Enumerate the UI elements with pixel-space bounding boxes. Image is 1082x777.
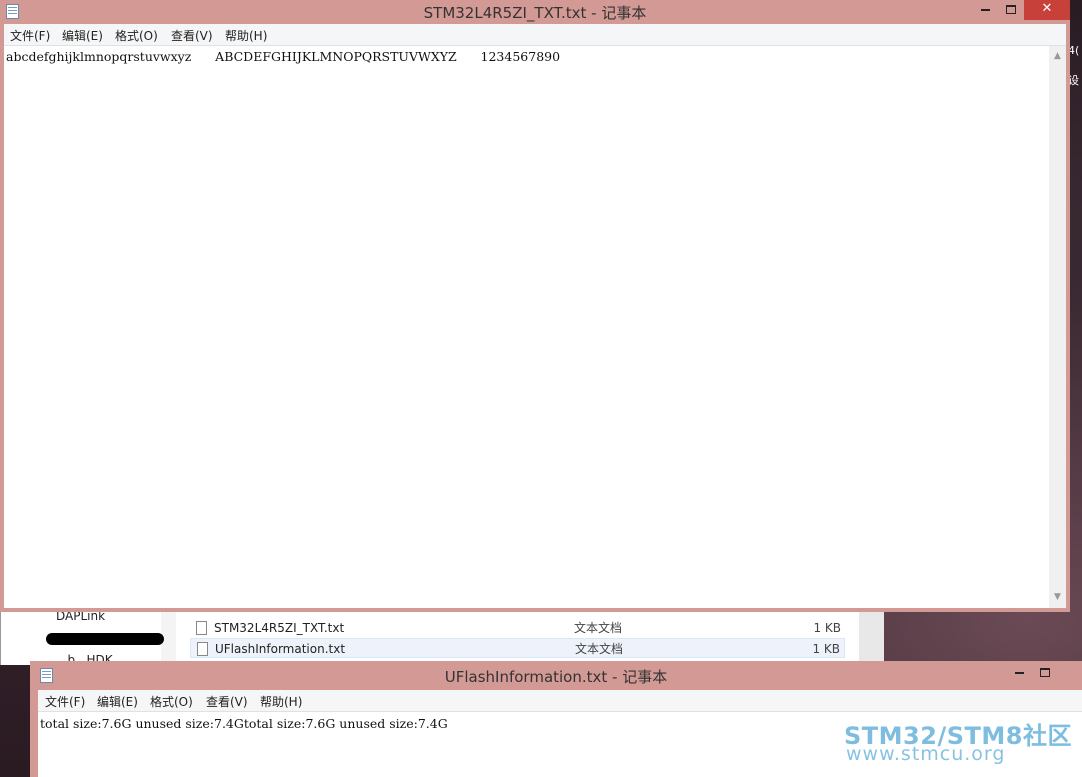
explorer-navigation-pane: DAPLink ...b...HDK bbox=[1, 605, 164, 667]
text-file-icon bbox=[197, 642, 208, 656]
minimize-icon bbox=[980, 8, 990, 11]
file-row-stm32-txt[interactable]: STM32L4R5ZI_TXT.txt 文本文档 1 KB bbox=[190, 618, 845, 638]
desktop-edge-text: 4( 设 bbox=[1068, 36, 1082, 156]
close-button[interactable]: ✕ bbox=[1024, 0, 1070, 20]
menu-file[interactable]: 文件(F) bbox=[10, 27, 50, 44]
close-icon: ✕ bbox=[1041, 1, 1053, 16]
menu-bar: 文件(F) 编辑(E) 格式(O) 查看(V) 帮助(H) bbox=[4, 24, 1066, 46]
maximize-icon bbox=[1040, 668, 1050, 677]
maximize-button[interactable] bbox=[998, 0, 1024, 20]
file-type: 文本文档 bbox=[574, 621, 623, 635]
maximize-button[interactable] bbox=[1032, 663, 1058, 683]
minimize-button[interactable] bbox=[972, 0, 998, 20]
minimize-button[interactable] bbox=[1006, 663, 1032, 683]
redaction-mark bbox=[46, 633, 164, 645]
file-name: STM32L4R5ZI_TXT.txt bbox=[214, 621, 345, 635]
window-title: STM32L4R5ZI_TXT.txt - 记事本 bbox=[423, 4, 647, 22]
editor-content: total size:7.6G unused size:7.4Gtotal si… bbox=[40, 716, 448, 731]
maximize-icon bbox=[1006, 5, 1016, 14]
desktop-edge-text-1: 4( bbox=[1068, 44, 1080, 57]
file-size: 1 KB bbox=[812, 642, 840, 656]
text-editor[interactable]: total size:7.6G unused size:7.4Gtotal si… bbox=[38, 712, 1082, 777]
title-bar[interactable]: STM32L4R5ZI_TXT.txt - 记事本 ✕ bbox=[0, 0, 1070, 24]
explorer-file-list: STM32L4R5ZI_TXT.txt 文本文档 1 KB UFlashInfo… bbox=[176, 605, 859, 665]
file-size: 1 KB bbox=[813, 621, 841, 635]
file-explorer-window: DAPLink ...b...HDK STM32L4R5ZI_TXT.txt 文… bbox=[0, 605, 884, 667]
file-row-uflash-txt[interactable]: UFlashInformation.txt 文本文档 1 KB bbox=[190, 638, 845, 658]
menu-bar: 文件(F) 编辑(E) 格式(O) 查看(V) 帮助(H) bbox=[38, 690, 1082, 712]
menu-edit[interactable]: 编辑(E) bbox=[97, 693, 138, 710]
desktop-edge-text-2: 设 bbox=[1068, 74, 1079, 87]
menu-help[interactable]: 帮助(H) bbox=[260, 693, 302, 710]
explorer-scrollbar[interactable] bbox=[859, 605, 884, 665]
menu-help[interactable]: 帮助(H) bbox=[225, 27, 267, 44]
menu-format[interactable]: 格式(O) bbox=[150, 693, 193, 710]
menu-view[interactable]: 查看(V) bbox=[171, 27, 213, 44]
vertical-scrollbar[interactable]: ▲ ▼ bbox=[1049, 46, 1066, 608]
chevron-up-icon[interactable]: ▲ bbox=[1049, 48, 1066, 65]
editor-content: abcdefghijklmnopqrstuvwxyz ABCDEFGHIJKLM… bbox=[6, 49, 561, 64]
file-name: UFlashInformation.txt bbox=[215, 642, 346, 656]
notepad-main-window: STM32L4R5ZI_TXT.txt - 记事本 ✕ 文件(F) 编辑(E) … bbox=[0, 0, 1070, 612]
file-type: 文本文档 bbox=[575, 642, 624, 656]
notepad-second-window: UFlashInformation.txt - 记事本 文件(F) 编辑(E) … bbox=[30, 661, 1082, 777]
title-bar[interactable]: UFlashInformation.txt - 记事本 bbox=[30, 661, 1082, 689]
chevron-down-icon[interactable]: ▼ bbox=[1049, 589, 1066, 606]
menu-edit[interactable]: 编辑(E) bbox=[62, 27, 103, 44]
text-file-icon bbox=[196, 621, 207, 635]
menu-file[interactable]: 文件(F) bbox=[45, 693, 85, 710]
window-title: UFlashInformation.txt - 记事本 bbox=[444, 668, 668, 686]
menu-view[interactable]: 查看(V) bbox=[206, 693, 248, 710]
minimize-icon bbox=[1014, 671, 1024, 674]
text-editor[interactable]: abcdefghijklmnopqrstuvwxyz ABCDEFGHIJKLM… bbox=[4, 46, 1066, 608]
menu-format[interactable]: 格式(O) bbox=[115, 27, 158, 44]
